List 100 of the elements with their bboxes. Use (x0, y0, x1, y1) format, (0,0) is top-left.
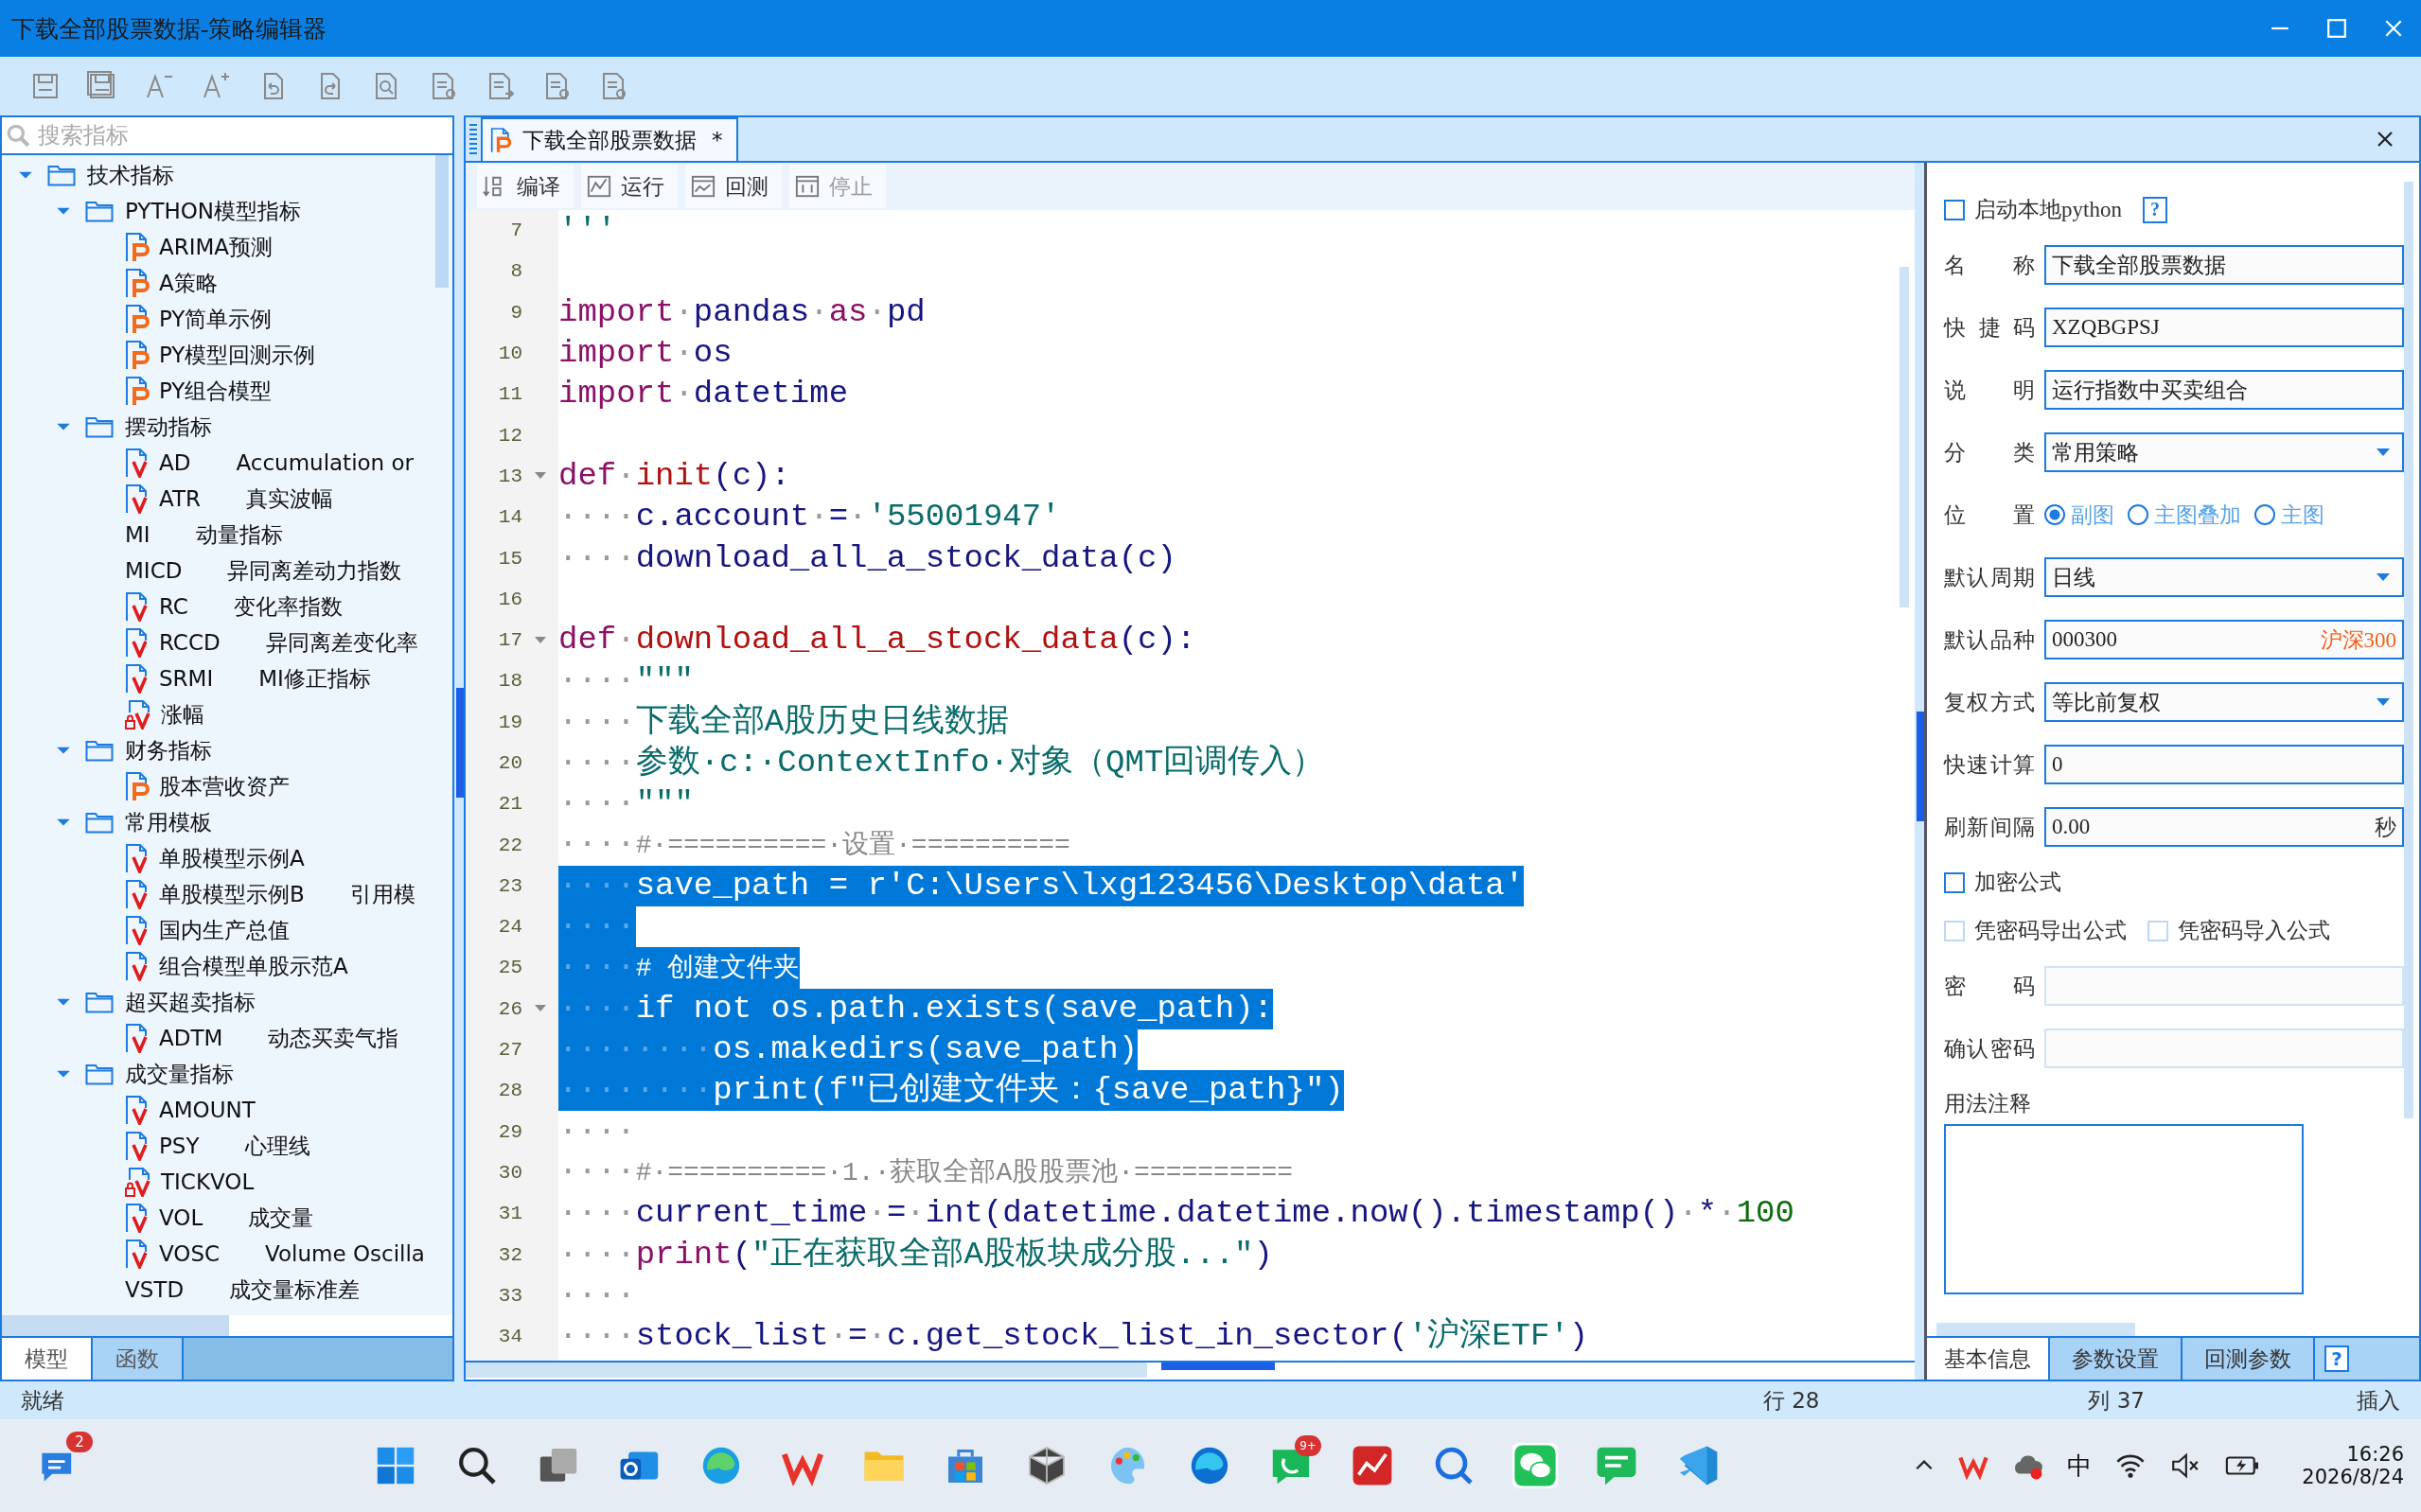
code-line: ''' (558, 211, 617, 251)
scrollbar[interactable] (1900, 267, 1909, 607)
python-file-icon (490, 127, 513, 153)
line-number: 7 (509, 220, 522, 242)
notes-textarea[interactable] (1944, 1124, 2304, 1294)
chat-app-icon[interactable] (1512, 1443, 1558, 1488)
tree-item-label[interactable]: AD (159, 450, 191, 475)
dropdown[interactable]: 常用策略 (2044, 432, 2404, 472)
help-button[interactable]: ? (2324, 1345, 2349, 1372)
sidebar-tab[interactable]: 函数 (93, 1338, 184, 1380)
tree-item-label[interactable]: 国内生产总值 (159, 915, 290, 945)
code-line: ····#·==========·1.·获取全部A股股票池·========== (558, 1152, 1294, 1192)
splitter-handle[interactable] (456, 688, 464, 798)
radio-label: 主图叠加 (2154, 501, 2241, 529)
radio-button[interactable] (2128, 504, 2148, 525)
scrollbar[interactable] (2, 1315, 229, 1336)
input-field[interactable]: 下载全部股票数据 (2044, 245, 2404, 285)
clock-date[interactable]: 2026/8/24 (2302, 1466, 2404, 1488)
radio-button[interactable] (2254, 504, 2275, 525)
tree-item-label[interactable]: TICKVOL (161, 1169, 255, 1194)
input-field[interactable]: 运行指数中买卖组合 (2044, 370, 2404, 410)
tree-item-label[interactable]: PSY (159, 1134, 200, 1158)
status-text: 就绪 (21, 1386, 64, 1415)
field-label: 复权方式 (1944, 689, 2035, 716)
search-field[interactable]: 搜索指标 (2, 117, 452, 155)
clock-time[interactable]: 16:26 (2346, 1443, 2404, 1466)
scrollbar[interactable] (1936, 1323, 2135, 1336)
field-label: 默认周期 (1944, 564, 2035, 591)
tree-item-label[interactable]: 股本营收资产 (159, 771, 290, 801)
tree-item-label[interactable]: PY组合模型 (159, 376, 273, 406)
code-line: ····print("正在获取全部A股板块成分股...") (558, 1235, 1273, 1275)
line-number: 32 (497, 1243, 522, 1266)
code-line: ····参数·c:·ContextInfo·对象（QMT回调传入） (558, 744, 1325, 782)
field-label: 刷新间隔 (1944, 814, 2035, 841)
checkbox-label: 加密公式 (1974, 870, 2061, 896)
scrollbar[interactable] (435, 155, 449, 288)
tree-item-label[interactable]: ARIMA预测 (159, 232, 274, 262)
tree-item-label[interactable]: ATR (159, 486, 201, 511)
tree-item-label[interactable]: ADTM (159, 1026, 223, 1050)
tree-item-label[interactable]: SRMI (159, 666, 214, 691)
input-field[interactable]: 0 (2044, 745, 2404, 784)
folder-icon (85, 415, 114, 438)
line-number: 16 (497, 588, 522, 610)
toolbar-button[interactable]: 回测 (685, 165, 782, 208)
close-icon[interactable] (2376, 130, 2394, 149)
radio-button[interactable] (2044, 504, 2065, 525)
chart-icon (587, 174, 611, 199)
tree-item-label[interactable]: VOL (159, 1205, 203, 1230)
input-field[interactable]: XZQBGPSJ (2044, 308, 2404, 347)
tree-folder-label[interactable]: 超买超卖指标 (125, 987, 256, 1017)
tree-item-label[interactable]: PY简单示例 (159, 304, 273, 334)
line-number: 10 (497, 343, 522, 365)
checkbox[interactable] (1944, 199, 1965, 220)
tree-item-label[interactable]: PY模型回测示例 (159, 340, 316, 370)
line-number: 29 (497, 1120, 522, 1143)
scrollbar[interactable] (2404, 182, 2413, 1118)
tree-folder-label[interactable]: PYTHON模型指标 (125, 196, 302, 226)
tree-item-label[interactable]: MI (125, 522, 150, 547)
tree-item-label[interactable]: RC (159, 594, 188, 619)
maximize-icon[interactable] (2326, 18, 2347, 39)
toolbar-button[interactable]: 运行 (581, 165, 678, 208)
dropdown[interactable]: 日线 (2044, 557, 2404, 597)
tree-item-label[interactable]: A策略 (159, 268, 218, 298)
checkbox-label: 凭密码导入公式 (2178, 918, 2330, 944)
tree-item-label[interactable]: 组合模型单股示范A (159, 951, 348, 981)
search-input[interactable]: 搜索指标 (36, 118, 452, 152)
splitter-handle[interactable] (1917, 712, 1924, 821)
tree-item-label[interactable]: RCCD (159, 630, 221, 655)
line-number: 18 (497, 670, 522, 693)
dropdown-arrow-icon (2376, 448, 2391, 457)
panel-tab[interactable]: 基本信息 (1927, 1338, 2050, 1380)
field-label: 快捷码 (1944, 314, 2035, 342)
field-label: 密码 (1944, 973, 2035, 1000)
input-field[interactable]: 000300 沪深300 (2044, 620, 2404, 659)
field-label: 用法注释 (1944, 1091, 2032, 1117)
tree-item-description: Accumulation or (236, 450, 414, 475)
input-method-indicator[interactable]: 中 (2067, 1449, 2093, 1483)
help-button[interactable]: ? (2142, 196, 2167, 223)
scrollbar[interactable] (466, 1363, 1147, 1378)
toolbar-button[interactable]: 编译 (477, 165, 574, 208)
input-field[interactable]: 0.00 秒 (2044, 807, 2404, 847)
checkbox[interactable] (1944, 871, 1965, 893)
tree-item-label[interactable]: MICD (125, 558, 183, 583)
tree-item-label[interactable]: 涨幅 (161, 699, 204, 730)
tree-item-label[interactable]: VSTD (125, 1277, 185, 1302)
sidebar-tab[interactable]: 模型 (2, 1338, 93, 1380)
tree-item-label[interactable]: 单股模型示例A (159, 843, 305, 873)
tree-folder-label[interactable]: 成交量指标 (125, 1059, 234, 1089)
splitter-handle[interactable] (1161, 1363, 1275, 1370)
tree-folder-label[interactable]: 常用模板 (125, 807, 212, 837)
tree-folder-label[interactable]: 财务指标 (125, 735, 212, 765)
tree-folder-label[interactable]: 摆动指标 (125, 412, 212, 442)
editor-tab[interactable]: 下载全部股票数据 * (481, 117, 738, 161)
line-number: 9 (509, 301, 522, 324)
dropdown[interactable]: 等比前复权 (2044, 682, 2404, 722)
tree-item-label[interactable]: 单股模型示例B (159, 879, 305, 909)
tree-item-label[interactable]: AMOUNT (159, 1098, 256, 1122)
tree-folder-label[interactable]: 技术指标 (87, 160, 174, 190)
tree-item-label[interactable]: VOSC (159, 1241, 221, 1266)
line-number: 31 (497, 1203, 522, 1225)
